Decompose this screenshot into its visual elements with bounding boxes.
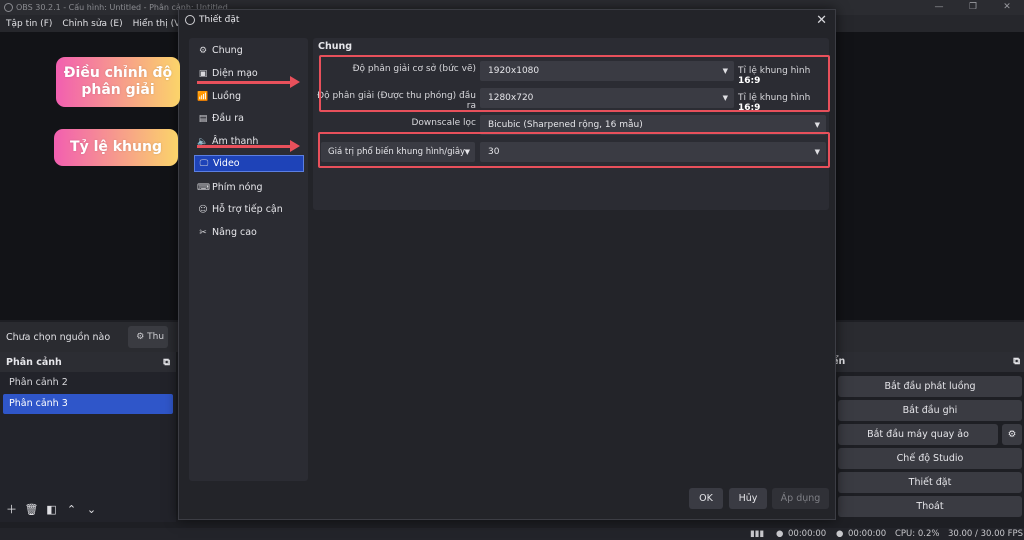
dialog-title-bar: Thiết đặt	[179, 10, 835, 30]
settings-dialog: Thiết đặt ✕ ⚙ Chung ▣ Diện mạo 📶 Luồng ▤ Đầu…	[178, 9, 836, 520]
record-status-icon: ●	[836, 529, 844, 539]
trash-icon[interactable]: 🗑	[23, 502, 40, 518]
antenna-icon: 📶	[197, 91, 209, 102]
sidebar-item-appearance[interactable]: ▣ Diện mạo	[194, 65, 304, 82]
stream-time: 00:00:00	[788, 529, 827, 539]
gear-icon: ⚙	[198, 45, 208, 56]
ratio-arrow-line	[197, 145, 291, 148]
maximize-icon[interactable]: ❐	[956, 0, 990, 15]
start-virtual-camera-button[interactable]: Bắt đầu máy quay ảo	[838, 424, 998, 445]
move-down-icon[interactable]: ⌄	[83, 502, 100, 518]
minimize-icon[interactable]: —	[922, 0, 956, 15]
scenes-header: Phân cảnh ⧉	[0, 352, 176, 372]
resolution-arrow-head	[290, 76, 300, 88]
dialog-title: Thiết đặt	[199, 15, 240, 25]
menu-edit[interactable]: Chỉnh sửa (E)	[62, 19, 122, 29]
scenes-title: Phân cảnh	[6, 356, 62, 368]
start-streaming-button[interactable]: Bắt đầu phát luồng	[838, 376, 1022, 397]
appearance-icon: ▣	[198, 68, 208, 79]
tools-icon: ✂	[199, 227, 207, 238]
scene-item[interactable]: Phân cảnh 2	[3, 373, 173, 393]
no-source-label: Chưa chọn nguồn nào	[6, 331, 111, 343]
ratio-annotation-badge: Tỷ lệ khung	[54, 129, 178, 166]
downscale-filter-label: Downscale lọc	[411, 118, 476, 128]
menu-file[interactable]: Tập tin (F)	[6, 19, 52, 29]
accessibility-icon: ☺	[198, 204, 208, 215]
record-time: 00:00:00	[848, 529, 887, 539]
fps-readout: 30.00 / 30.00 FPS	[948, 529, 1024, 539]
monitor-icon: 🖵	[199, 158, 209, 169]
undock-icon[interactable]: ⧉	[1013, 352, 1020, 372]
resolution-annotation-badge: Điều chỉnh độ phân giải	[56, 57, 180, 107]
resolution-highlight-box	[319, 55, 830, 112]
ratio-arrow-head	[290, 140, 300, 152]
sidebar-item-stream[interactable]: 📶 Luồng	[194, 88, 304, 105]
cpu-usage: CPU: 0.2%	[895, 529, 940, 539]
keyboard-icon: ⌨	[197, 182, 210, 193]
controls-header: ển ⧉	[832, 352, 1024, 372]
scenes-dock: Phân cảnh ⧉ Phân cảnh 2 Phân cảnh 3 ＋ 🗑 …	[0, 352, 176, 522]
signal-icon: ▮▮▮	[750, 529, 765, 539]
sidebar-item-video[interactable]: 🖵 Video	[194, 155, 304, 172]
cancel-button[interactable]: Hủy	[729, 488, 767, 509]
add-icon[interactable]: ＋	[3, 502, 20, 518]
gear-icon: ⚙	[136, 332, 148, 342]
sidebar-item-hotkeys[interactable]: ⌨ Phím nóng	[194, 179, 304, 196]
properties-button[interactable]: ⚙ Thu	[128, 326, 169, 348]
menu-view[interactable]: Hiển thị (V)	[133, 19, 184, 29]
gear-icon: ⚙	[1007, 429, 1017, 440]
filter-icon[interactable]: ◧	[43, 502, 60, 518]
move-up-icon[interactable]: ⌃	[63, 502, 80, 518]
fps-highlight-box	[318, 132, 830, 168]
obs-logo-icon	[4, 3, 13, 12]
undock-icon[interactable]: ⧉	[163, 357, 170, 368]
obs-logo-icon	[185, 15, 195, 25]
start-recording-button[interactable]: Bắt đầu ghi	[838, 400, 1022, 421]
window-controls: — ❐ ✕	[922, 0, 1024, 15]
ok-button[interactable]: OK	[689, 488, 723, 509]
resolution-arrow-line	[197, 81, 291, 84]
exit-button[interactable]: Thoát	[838, 496, 1022, 517]
close-icon[interactable]: ✕	[816, 13, 827, 28]
stream-status-icon: ●	[776, 529, 784, 539]
close-window-icon[interactable]: ✕	[990, 0, 1024, 15]
sidebar-item-accessibility[interactable]: ☺ Hỗ trợ tiếp cận	[194, 201, 304, 218]
section-title: Chung	[318, 41, 353, 52]
status-bar: ▮▮▮ ● 00:00:00 ● 00:00:00 CPU: 0.2% 30.0…	[0, 528, 1024, 540]
virtual-camera-settings-button[interactable]: ⚙	[1002, 424, 1022, 445]
settings-sidebar: ⚙ Chung ▣ Diện mạo 📶 Luồng ▤ Đầu ra 🔈 Âm than…	[189, 38, 308, 481]
settings-button[interactable]: Thiết đặt	[838, 472, 1022, 493]
scene-item-selected[interactable]: Phân cảnh 3	[3, 394, 173, 414]
apply-button[interactable]: Áp dụng	[772, 488, 829, 509]
sidebar-item-general[interactable]: ⚙ Chung	[194, 42, 304, 59]
controls-dock: ển ⧉ Bắt đầu phát luồng Bắt đầu ghi Bắt …	[832, 352, 1024, 522]
scene-toolbar: ＋ 🗑 ◧ ⌃ ⌄	[3, 502, 103, 518]
studio-mode-button[interactable]: Chế độ Studio	[838, 448, 1022, 469]
output-icon: ▤	[198, 113, 208, 124]
sidebar-item-output[interactable]: ▤ Đầu ra	[194, 110, 304, 127]
sidebar-item-advanced[interactable]: ✂ Nâng cao	[194, 224, 304, 241]
